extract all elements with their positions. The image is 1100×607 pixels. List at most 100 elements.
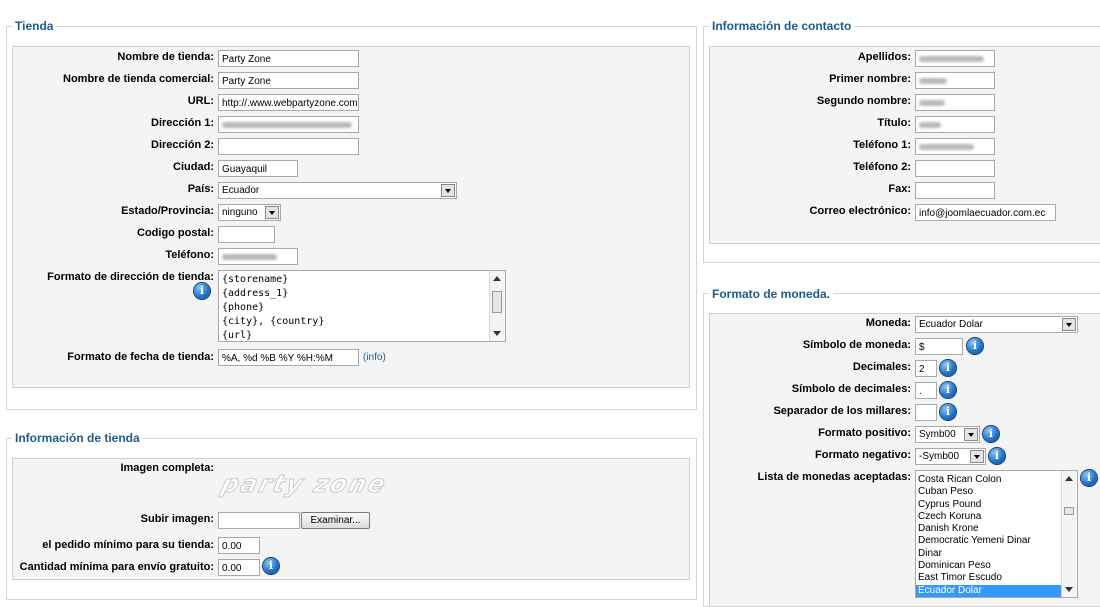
- textarea-scrollbar[interactable]: [489, 271, 505, 341]
- listbox-option[interactable]: East Timor Escudo: [916, 572, 1077, 584]
- file-path-input[interactable]: [218, 512, 300, 529]
- moneda-value: Ecuador Dolar: [919, 319, 983, 330]
- info-icon[interactable]: i: [263, 558, 279, 574]
- listbox-option[interactable]: Danish Krone: [916, 523, 1077, 535]
- label-ciudad: Ciudad:: [173, 161, 214, 173]
- formato-positivo-value: Symb00: [919, 429, 956, 440]
- listbox-option[interactable]: Cuban Peso: [916, 486, 1077, 498]
- ciudad-input[interactable]: Guayaquil: [218, 160, 298, 177]
- label-formato-fecha: Formato de fecha de tienda:: [67, 351, 214, 363]
- apellidos-input[interactable]: [915, 50, 995, 67]
- label-envio-gratuito: Cantidad mínima para envío gratuito:: [19, 561, 214, 573]
- label-formato-direccion: Formato de dirección de tienda:: [47, 271, 214, 283]
- address-format-line: {address_1}: [222, 288, 289, 299]
- listbox-option[interactable]: Costa Rican Colon: [916, 474, 1077, 486]
- listbox-scrollbar[interactable]: [1061, 471, 1077, 597]
- listbox-option[interactable]: Dominican Peso: [916, 560, 1077, 572]
- fax-input[interactable]: [915, 182, 995, 199]
- estado-value: ninguno: [222, 207, 258, 218]
- nombre-comercial-input[interactable]: Party Zone: [218, 72, 359, 89]
- decimales-input[interactable]: 2: [915, 360, 937, 377]
- primer-nombre-input[interactable]: [915, 72, 995, 89]
- titulo-input[interactable]: [915, 116, 995, 133]
- codigo-postal-input[interactable]: [218, 226, 275, 243]
- store-logo: party zone: [218, 470, 391, 499]
- pedido-minimo-input[interactable]: 0.00: [218, 537, 260, 554]
- examinar-button[interactable]: Examinar...: [301, 512, 370, 529]
- formato-direccion-textarea[interactable]: {storename} {address_1} {phone} {city}, …: [218, 270, 506, 342]
- url-input[interactable]: http://.www.webpartyzone.com: [218, 94, 359, 111]
- simbolo-decimales-input[interactable]: .: [915, 382, 937, 399]
- address-format-line: {phone}: [222, 302, 265, 313]
- label-telefono2: Teléfono 2:: [853, 161, 911, 173]
- label-telefono1: Teléfono 1:: [853, 139, 911, 151]
- simbolo-moneda-input[interactable]: $: [915, 338, 963, 355]
- info-icon[interactable]: i: [983, 426, 999, 442]
- label-separador-millares: Separador de los millares:: [773, 405, 911, 417]
- direccion1-input[interactable]: [218, 116, 359, 133]
- pais-select[interactable]: Ecuador: [218, 182, 457, 199]
- listbox-option[interactable]: Democratic Yemeni Dinar: [916, 535, 1077, 547]
- label-formato-negativo: Formato negativo:: [815, 449, 911, 461]
- label-nombre-comercial: Nombre de tienda comercial:: [63, 73, 214, 85]
- label-lista-monedas: Lista de monedas aceptadas:: [757, 471, 911, 483]
- moneda-legend: Formato de moneda.: [709, 287, 834, 301]
- pais-value: Ecuador: [222, 185, 260, 196]
- info-tienda-legend: Información de tienda: [12, 431, 143, 445]
- chevron-down-icon[interactable]: [964, 428, 978, 441]
- telefono-input[interactable]: [218, 248, 298, 265]
- label-nombre-tienda: Nombre de tienda:: [117, 51, 214, 63]
- label-moneda: Moneda:: [865, 317, 911, 329]
- label-estado: Estado/Provincia:: [121, 205, 214, 217]
- label-apellidos: Apellidos:: [857, 51, 911, 63]
- label-correo: Correo electrónico:: [809, 205, 911, 217]
- listbox-option[interactable]: Czech Koruna: [916, 511, 1077, 523]
- listbox-option[interactable]: Dinar: [916, 548, 1077, 560]
- direccion2-input[interactable]: [218, 138, 359, 155]
- info-icon[interactable]: i: [194, 283, 210, 299]
- telefono2-input[interactable]: [915, 160, 995, 177]
- info-icon[interactable]: i: [989, 448, 1005, 464]
- label-direccion1: Dirección 1:: [151, 117, 214, 129]
- formato-positivo-select[interactable]: Symb00: [915, 426, 980, 443]
- listbox-option[interactable]: Cyprus Pound: [916, 499, 1077, 511]
- label-fax: Fax:: [888, 183, 911, 195]
- chevron-down-icon[interactable]: [1062, 318, 1076, 331]
- listbox-option-selected[interactable]: Ecuador Dolar: [916, 584, 1077, 597]
- telefono1-input[interactable]: [915, 138, 995, 155]
- tienda-legend: Tienda: [12, 19, 57, 33]
- info-link[interactable]: (info): [363, 352, 386, 363]
- info-icon[interactable]: i: [967, 338, 983, 354]
- segundo-nombre-input[interactable]: [915, 94, 995, 111]
- formato-fecha-input[interactable]: %A, %d %B %Y %H:%M: [218, 349, 359, 366]
- info-icon[interactable]: i: [940, 360, 956, 376]
- contacto-legend: Información de contacto: [709, 19, 855, 33]
- label-simbolo-decimales: Símbolo de decimales:: [791, 383, 911, 395]
- address-format-line: {url}: [222, 330, 253, 341]
- estado-select[interactable]: ninguno: [218, 204, 281, 221]
- chevron-down-icon[interactable]: [265, 206, 279, 219]
- chevron-down-icon[interactable]: [441, 184, 455, 197]
- address-format-line: {city}, {country}: [222, 316, 325, 327]
- label-simbolo-moneda: Símbolo de moneda:: [802, 339, 911, 351]
- info-icon[interactable]: i: [940, 404, 956, 420]
- monedas-listbox[interactable]: Costa Rican Colon Cuban Peso Cyprus Poun…: [915, 470, 1078, 598]
- nombre-tienda-input[interactable]: Party Zone: [218, 50, 359, 67]
- chevron-down-icon[interactable]: [970, 450, 984, 463]
- label-titulo: Título:: [877, 117, 911, 129]
- label-pedido-minimo: el pedido mínimo para su tienda:: [42, 539, 214, 551]
- label-url: URL:: [187, 95, 214, 107]
- formato-negativo-select[interactable]: -Symb00: [915, 448, 986, 465]
- info-icon[interactable]: i: [1081, 470, 1097, 486]
- address-format-line: {storename}: [222, 274, 289, 285]
- formato-negativo-value: -Symb00: [919, 451, 960, 462]
- separador-millares-input[interactable]: [915, 404, 937, 421]
- label-direccion2: Dirección 2:: [151, 139, 214, 151]
- info-icon[interactable]: i: [940, 382, 956, 398]
- envio-gratuito-input[interactable]: 0.00: [218, 559, 260, 576]
- label-pais: País:: [187, 183, 214, 195]
- label-codigo-postal: Codigo postal:: [137, 227, 214, 239]
- label-decimales: Decimales:: [852, 361, 911, 373]
- correo-input[interactable]: info@joomlaecuador.com.ec: [915, 204, 1056, 221]
- moneda-select[interactable]: Ecuador Dolar: [915, 316, 1078, 333]
